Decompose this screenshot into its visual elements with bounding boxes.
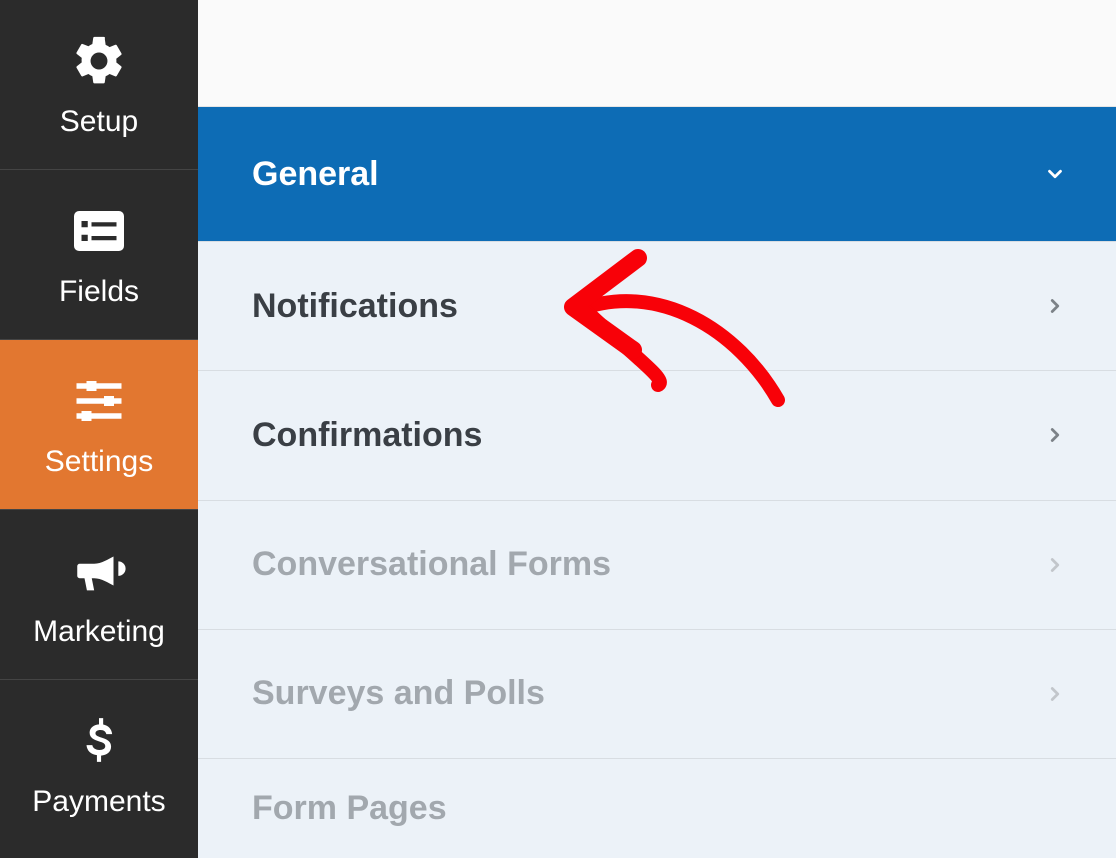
settings-row-form-pages[interactable]: Form Pages xyxy=(198,759,1116,858)
chevron-down-icon xyxy=(1044,163,1066,185)
sliders-icon xyxy=(69,371,129,431)
sidebar-item-settings[interactable]: Settings xyxy=(0,340,198,510)
sidebar-item-fields[interactable]: Fields xyxy=(0,170,198,340)
chevron-right-icon xyxy=(1044,424,1066,446)
settings-row-label: Notifications xyxy=(252,287,458,326)
sidebar: Setup Fields Settings Marketing Payments xyxy=(0,0,198,858)
settings-row-general[interactable]: General xyxy=(198,107,1116,242)
app-root: Setup Fields Settings Marketing Payments xyxy=(0,0,1116,858)
sidebar-item-label: Settings xyxy=(45,445,153,479)
settings-row-conversational-forms[interactable]: Conversational Forms xyxy=(198,501,1116,630)
settings-row-label: Confirmations xyxy=(252,416,482,455)
header-strip xyxy=(198,0,1116,107)
sidebar-item-label: Fields xyxy=(59,275,139,309)
settings-row-label: General xyxy=(252,155,379,194)
chevron-right-icon xyxy=(1044,683,1066,705)
chevron-right-icon xyxy=(1044,797,1066,819)
settings-row-surveys-polls[interactable]: Surveys and Polls xyxy=(198,630,1116,759)
sidebar-item-setup[interactable]: Setup xyxy=(0,0,198,170)
settings-row-label: Conversational Forms xyxy=(252,545,611,584)
sidebar-item-label: Payments xyxy=(32,785,165,819)
dollar-icon xyxy=(69,711,129,771)
chevron-right-icon xyxy=(1044,295,1066,317)
list-icon xyxy=(69,201,129,261)
sidebar-item-label: Setup xyxy=(60,105,138,139)
settings-row-label: Surveys and Polls xyxy=(252,674,545,713)
main-panel: General Notifications Confirmations Conv… xyxy=(198,0,1116,858)
sidebar-item-payments[interactable]: Payments xyxy=(0,680,198,850)
chevron-right-icon xyxy=(1044,554,1066,576)
sidebar-item-marketing[interactable]: Marketing xyxy=(0,510,198,680)
sidebar-item-label: Marketing xyxy=(33,615,165,649)
settings-row-label: Form Pages xyxy=(252,789,447,828)
bullhorn-icon xyxy=(69,541,129,601)
gear-icon xyxy=(69,31,129,91)
settings-row-confirmations[interactable]: Confirmations xyxy=(198,371,1116,500)
settings-row-notifications[interactable]: Notifications xyxy=(198,242,1116,371)
